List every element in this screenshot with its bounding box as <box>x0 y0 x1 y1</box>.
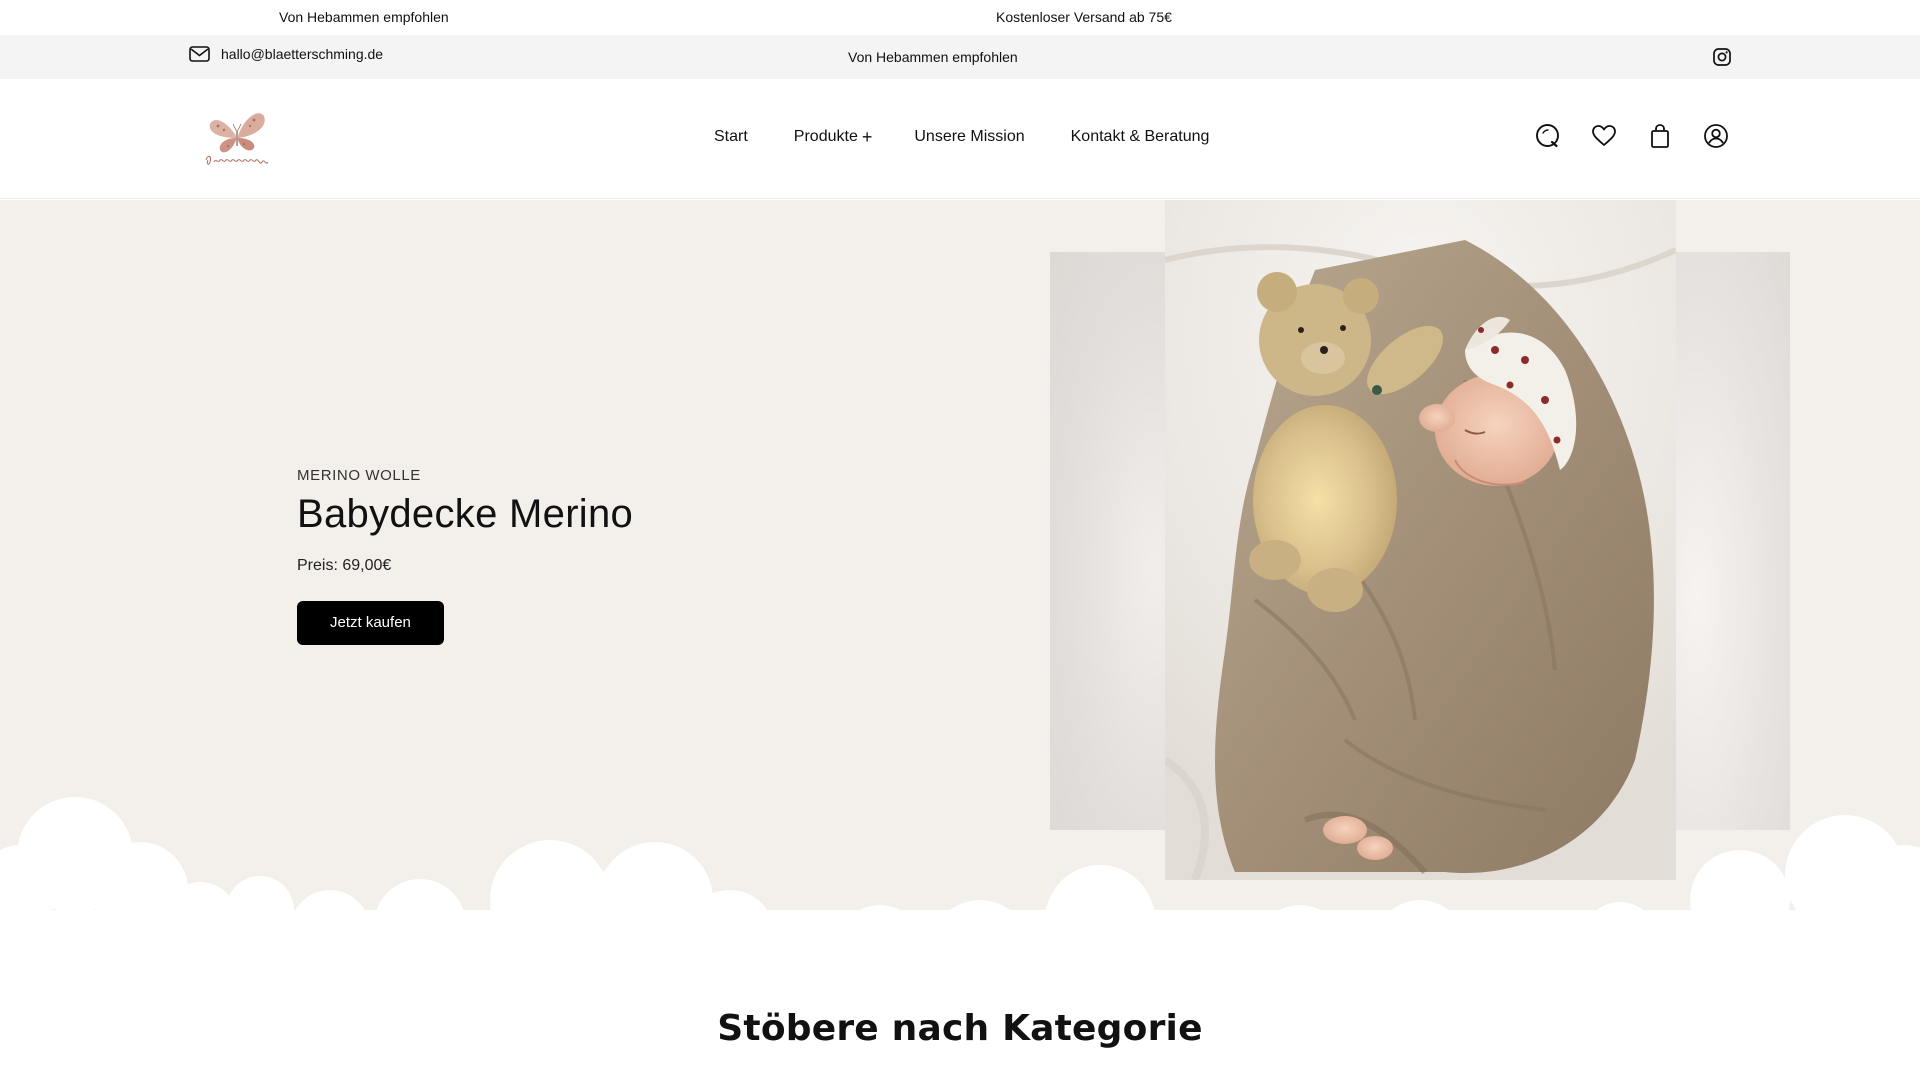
nav-item-unsere-mission[interactable]: Unsere Mission <box>914 128 1024 146</box>
category-section-title: Stöbere nach Kategorie <box>717 1008 1203 1049</box>
email-link[interactable]: hallo@blaetterschming.de <box>189 46 383 62</box>
nav-item-start[interactable]: Start <box>714 128 748 146</box>
plus-icon: + <box>861 127 873 147</box>
nav-label: Kontakt & Beratung <box>1070 128 1210 145</box>
nav-label: Produkte <box>793 128 858 145</box>
shopping-bag-icon[interactable] <box>1647 123 1673 149</box>
hero-title: Babydecke Merino <box>297 492 634 536</box>
hero-background-left <box>1050 252 1165 830</box>
logo-script <box>205 155 269 165</box>
main-navigation: Start Produkte + Unsere Mission Kontakt … <box>714 128 1209 146</box>
utility-center-text: Von Hebammen empfohlen <box>848 49 1018 65</box>
nav-item-produkte[interactable]: Produkte + <box>794 128 873 146</box>
announcement-bar: Von Hebammen empfohlen Kostenloser Versa… <box>0 0 1920 35</box>
nav-label: Start <box>714 128 748 145</box>
hero-background-right <box>1675 252 1790 830</box>
cloud-divider <box>0 797 1920 920</box>
heart-icon[interactable] <box>1591 123 1617 149</box>
brand-logo[interactable] <box>200 104 274 174</box>
mail-icon <box>189 46 210 62</box>
nav-item-kontakt-beratung[interactable]: Kontakt & Beratung <box>1071 128 1210 146</box>
instagram-icon[interactable] <box>1712 47 1732 67</box>
site-header: Start Produkte + Unsere Mission Kontakt … <box>0 79 1920 199</box>
hero-banner: MERINO WOLLE Babydecke Merino Preis: 69,… <box>0 200 1920 920</box>
announcement-text-right: Kostenloser Versand ab 75€ <box>996 9 1172 25</box>
hero-eyebrow: MERINO WOLLE <box>297 467 421 484</box>
account-icon[interactable] <box>1703 123 1729 149</box>
search-icon[interactable] <box>1535 123 1561 149</box>
announcement-text-left: Von Hebammen empfohlen <box>279 9 449 25</box>
nav-label: Unsere Mission <box>914 128 1025 145</box>
utility-bar: hallo@blaetterschming.de Von Hebammen em… <box>0 35 1920 79</box>
header-actions <box>1535 123 1729 149</box>
email-text: hallo@blaetterschming.de <box>221 46 384 62</box>
hero-price: Preis: 69,00€ <box>297 557 392 574</box>
buy-now-button[interactable]: Jetzt kaufen <box>297 601 444 645</box>
butterfly-icon <box>209 113 265 153</box>
hero-text: MERINO WOLLE Babydecke Merino Preis: 69,… <box>297 467 633 645</box>
